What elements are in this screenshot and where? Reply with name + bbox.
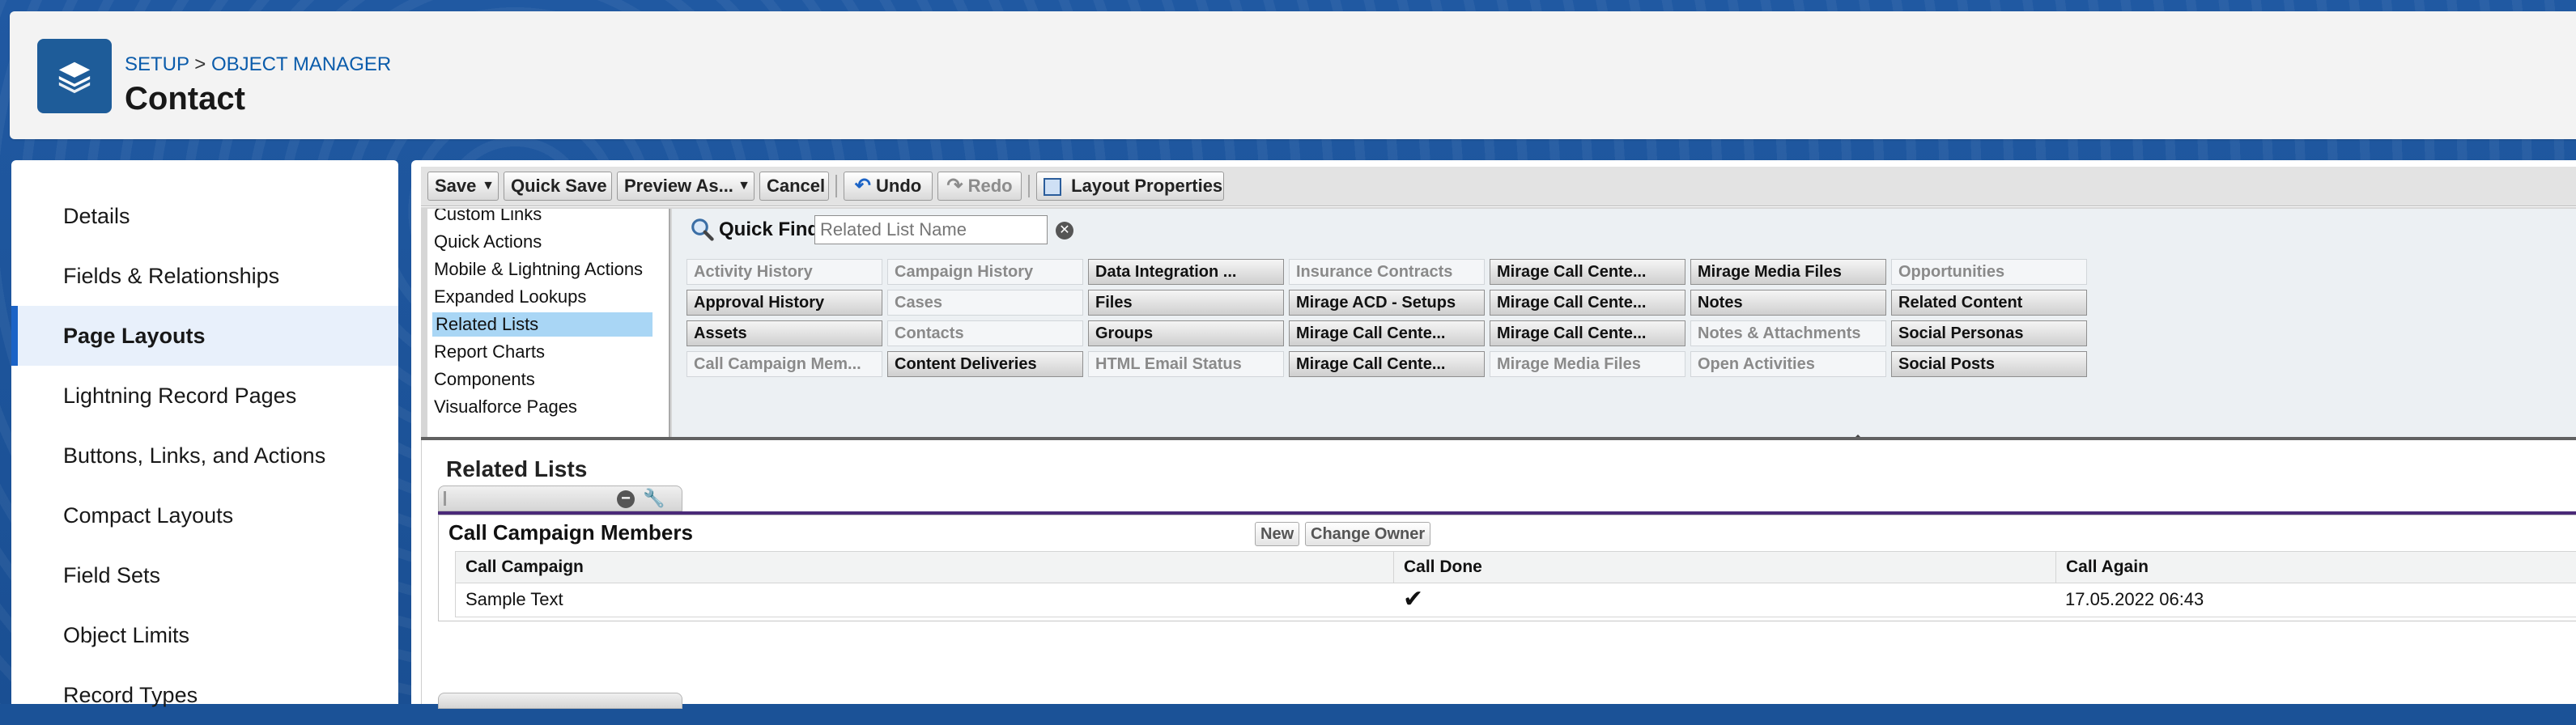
redo-button[interactable]: ↷ Redo (937, 172, 1022, 201)
remove-icon[interactable]: − (617, 490, 635, 508)
new-button[interactable]: New (1255, 522, 1300, 546)
palette-item: HTML Email Status (1088, 351, 1284, 377)
cell-call-again: 17.05.2022 06:43 (2065, 589, 2204, 609)
palette-category-list: Custom Links Quick Actions Mobile & Ligh… (427, 209, 670, 439)
related-list-call-campaign-members: Call Campaign Members New Change Owner C… (438, 515, 2576, 621)
quick-find-label: Quick Find (719, 218, 820, 240)
layers-icon (37, 39, 112, 113)
palette-item: Cases (887, 290, 1083, 316)
category-components[interactable]: Components (434, 367, 535, 392)
preview-as-button[interactable]: Preview As... ▼ (617, 172, 755, 201)
wrench-icon[interactable]: 🔧 (643, 488, 665, 509)
sidebar-item-fields-relationships[interactable]: Fields & Relationships (11, 246, 398, 306)
palette-item: Mirage Media Files (1490, 351, 1685, 377)
table-row: Sample Text ✔ 17.05.2022 06:43 (455, 583, 2576, 617)
palette-item: Notes & Attachments (1690, 320, 1886, 346)
undo-button[interactable]: ↶ Undo (844, 172, 933, 201)
palette-item: Contacts (887, 320, 1083, 346)
sidebar-item-page-layouts[interactable]: Page Layouts (11, 306, 398, 366)
sidebar-item-details[interactable]: Details (11, 186, 398, 246)
column-header-call-done: Call Done (1393, 552, 1482, 583)
palette-item[interactable]: Mirage Call Cente... (1490, 259, 1685, 285)
palette-item[interactable]: Groups (1088, 320, 1284, 346)
chevron-down-icon: ▼ (738, 179, 750, 193)
palette-item[interactable]: Mirage Call Cente... (1490, 320, 1685, 346)
palette-item: Campaign History (887, 259, 1083, 285)
sidebar-item-object-limits[interactable]: Object Limits (11, 605, 398, 665)
related-list-handle[interactable] (438, 693, 682, 709)
breadcrumb-object-manager[interactable]: OBJECT MANAGER (211, 53, 391, 75)
palette-item: Activity History (687, 259, 882, 285)
redo-icon: ↷ (946, 175, 963, 197)
editor-toolbar: Save ▼ Quick Save Preview As... ▼ Cancel… (421, 167, 2576, 206)
related-list-title: Call Campaign Members (448, 520, 693, 545)
palette-item[interactable]: Notes (1690, 290, 1886, 316)
palette-item[interactable]: Content Deliveries (887, 351, 1083, 377)
palette-item: Insurance Contracts (1289, 259, 1485, 285)
cell-call-campaign: Sample Text (465, 589, 563, 609)
sidebar-item-record-types[interactable]: Record Types (11, 665, 398, 725)
layout-properties-icon (1044, 178, 1061, 197)
breadcrumb: SETUP > OBJECT MANAGER (125, 53, 391, 76)
palette-item[interactable]: Approval History (687, 290, 882, 316)
quick-save-button[interactable]: Quick Save (504, 172, 612, 201)
sidebar-item-lightning-record-pages[interactable]: Lightning Record Pages (11, 366, 398, 426)
column-header-call-campaign: Call Campaign (465, 558, 584, 576)
save-label: Save (435, 176, 477, 196)
layout-canvas: Related Lists − 🔧 Call Campaign Members … (421, 440, 2576, 709)
drag-handle-icon[interactable] (444, 491, 446, 506)
save-button[interactable]: Save ▼ (427, 172, 499, 201)
page-header: SETUP > OBJECT MANAGER Contact (10, 11, 2576, 139)
layout-properties-label: Layout Properties (1071, 176, 1223, 196)
breadcrumb-setup[interactable]: SETUP (125, 53, 189, 75)
palette-item[interactable]: Mirage Call Cente... (1490, 290, 1685, 316)
layout-editor: Save ▼ Quick Save Preview As... ▼ Cancel… (411, 160, 2576, 709)
palette-item[interactable]: Social Personas (1891, 320, 2087, 346)
palette-item[interactable]: Mirage Call Cente... (1289, 351, 1485, 377)
palette-item: Opportunities (1891, 259, 2087, 285)
palette-item[interactable]: Social Posts (1891, 351, 2087, 377)
sidebar-item-buttons-links-actions[interactable]: Buttons, Links, and Actions (11, 426, 398, 485)
category-visualforce-pages[interactable]: Visualforce Pages (434, 395, 577, 419)
quick-find-input[interactable] (814, 215, 1048, 244)
related-list-handle[interactable]: − 🔧 (438, 485, 682, 511)
undo-label: Undo (876, 176, 922, 196)
checkmark-icon: ✔ (1403, 586, 1424, 613)
breadcrumb-separator: > (194, 53, 206, 75)
palette-item[interactable]: Mirage ACD - Setups (1289, 290, 1485, 316)
palette-item[interactable]: Data Integration ... (1088, 259, 1284, 285)
palette-item[interactable]: Related Content (1891, 290, 2087, 316)
page-title: Contact (125, 81, 245, 117)
undo-icon: ↶ (854, 175, 871, 197)
change-owner-button[interactable]: Change Owner (1305, 522, 1431, 546)
toolbar-divider (835, 175, 837, 197)
category-custom-links[interactable]: Custom Links (434, 209, 542, 227)
section-title: Related Lists (446, 456, 588, 481)
palette-item[interactable]: Mirage Call Cente... (1289, 320, 1485, 346)
palette-items: Quick Find ✕ Activity History Approval Hi… (672, 209, 2576, 439)
category-expanded-lookups[interactable]: Expanded Lookups (434, 285, 586, 309)
palette-item[interactable]: Mirage Media Files (1690, 259, 1886, 285)
palette-item[interactable]: Files (1088, 290, 1284, 316)
category-report-charts[interactable]: Report Charts (434, 340, 545, 364)
redo-label: Redo (967, 176, 1013, 196)
sidebar: Details Fields & Relationships Page Layo… (11, 160, 398, 707)
search-icon (690, 217, 714, 245)
sidebar-item-field-sets[interactable]: Field Sets (11, 545, 398, 605)
category-quick-actions[interactable]: Quick Actions (434, 230, 542, 254)
category-related-lists[interactable]: Related Lists (432, 312, 653, 337)
layout-properties-button[interactable]: Layout Properties (1036, 172, 1224, 201)
sidebar-item-compact-layouts[interactable]: Compact Layouts (11, 485, 398, 545)
palette-item: Call Campaign Mem... (687, 351, 882, 377)
cancel-button[interactable]: Cancel (759, 172, 829, 201)
related-list-header: Call Campaign Call Done Call Again (455, 551, 2576, 583)
category-mobile-lightning-actions[interactable]: Mobile & Lightning Actions (434, 257, 643, 282)
palette-item: Open Activities (1690, 351, 1886, 377)
palette-item[interactable]: Assets (687, 320, 882, 346)
clear-icon[interactable]: ✕ (1056, 222, 1073, 240)
toolbar-divider (1028, 175, 1030, 197)
preview-as-label: Preview As... (624, 176, 733, 196)
chevron-down-icon[interactable]: ▼ (482, 172, 495, 200)
column-header-call-again: Call Again (2055, 552, 2149, 583)
